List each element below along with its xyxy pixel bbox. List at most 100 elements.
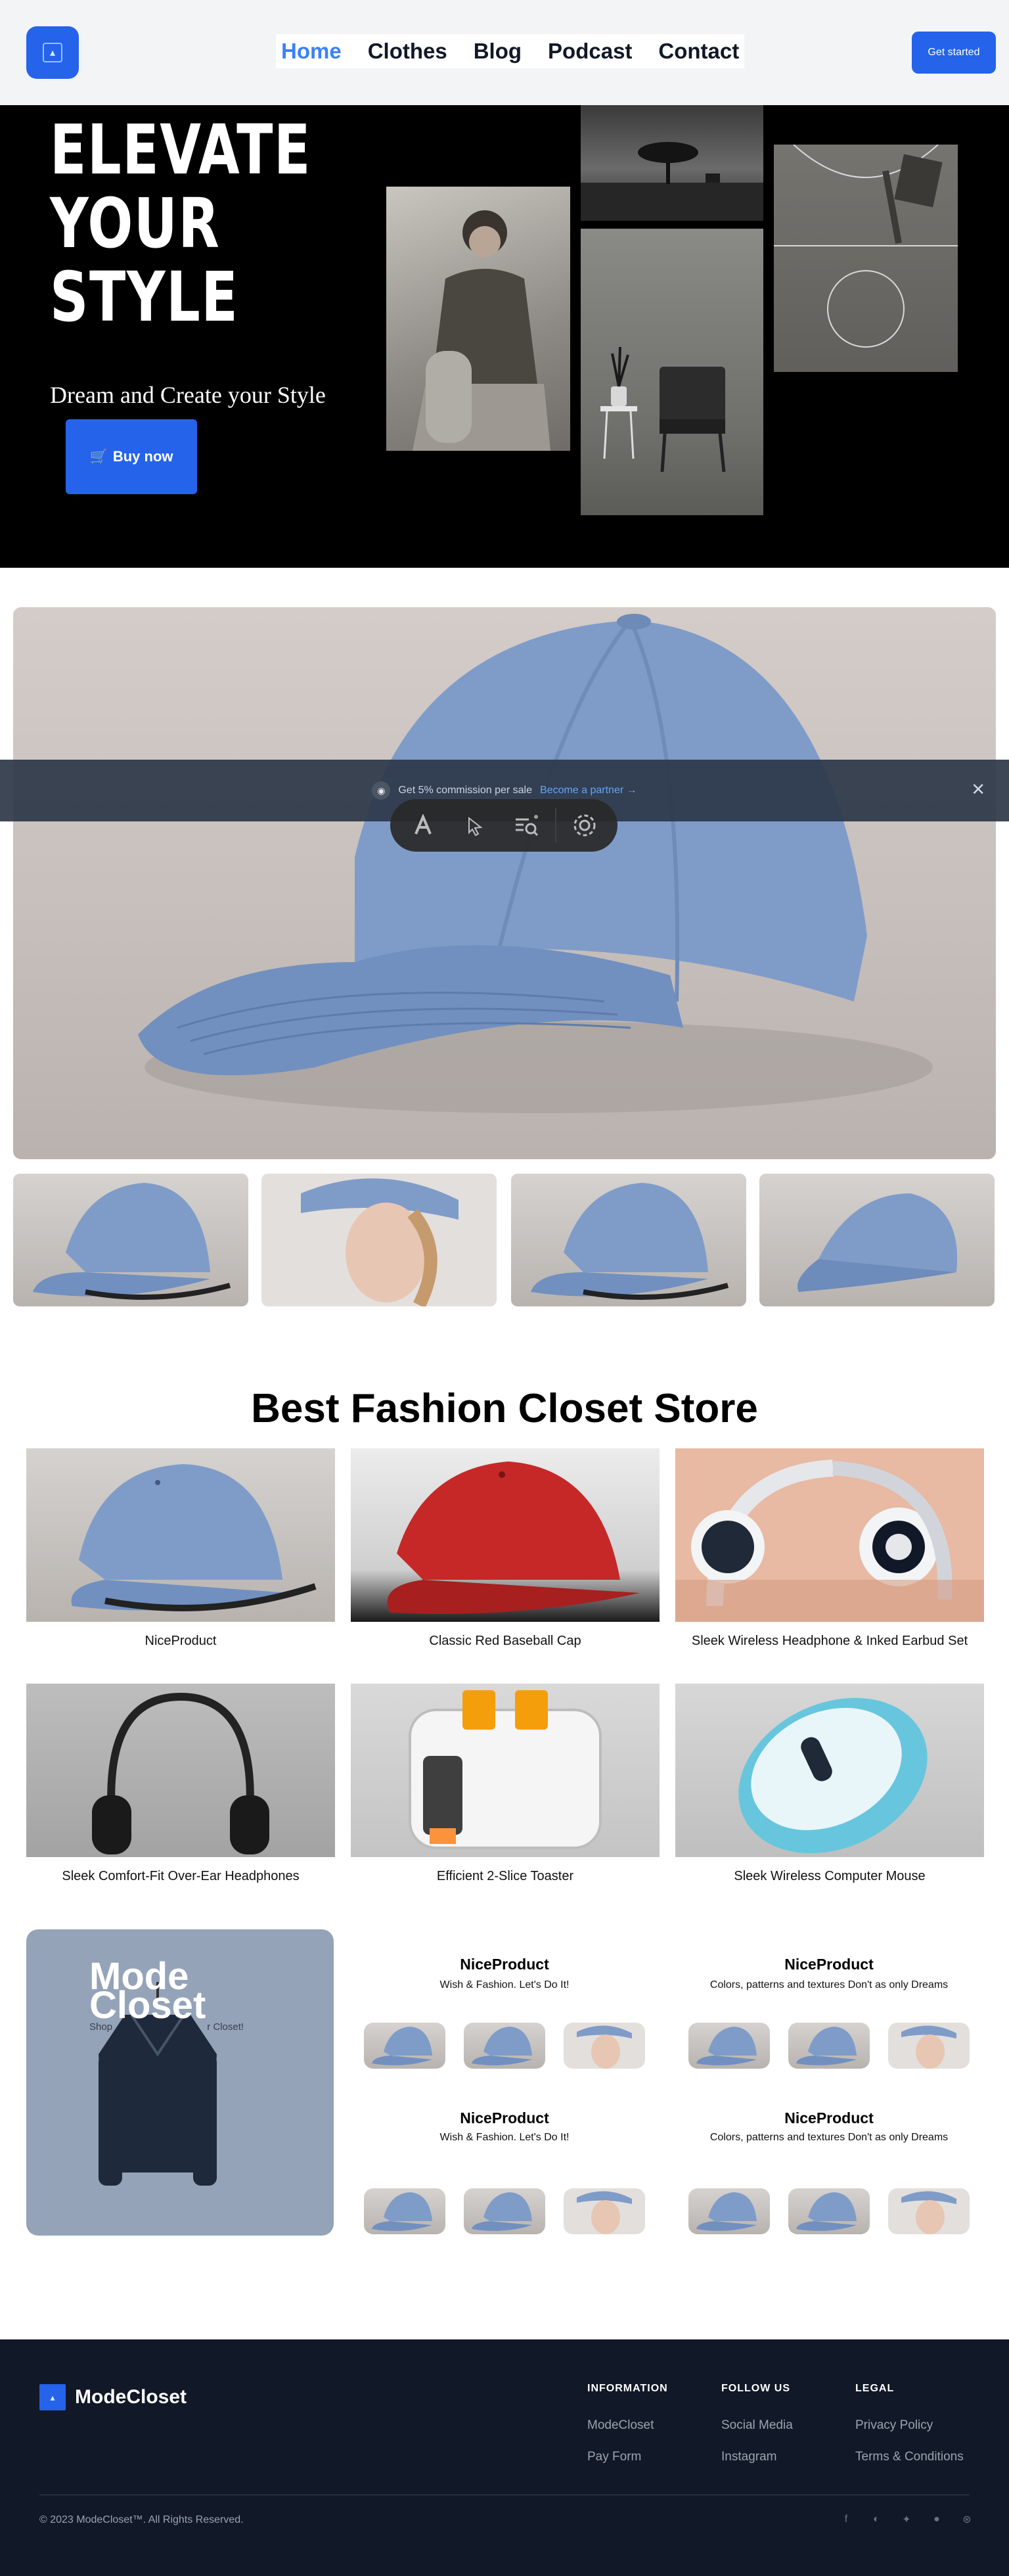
promo-card-text: Shop r Closet! (89, 2021, 244, 2033)
mini-product-desc: Wish & Fashion. Let's Do It! (439, 2132, 570, 2143)
hero-section: ELEVATE YOUR STYLE Dream and Create your… (0, 105, 1009, 568)
footer-link[interactable]: Privacy Policy (855, 2418, 964, 2433)
hero-title-line: ELEVATE (50, 110, 311, 190)
footer: ▴ ModeCloset INFORMATION ModeCloset Pay … (0, 2339, 1009, 2576)
product-image[interactable] (26, 1448, 335, 1622)
nav-link-clothes[interactable]: Clothes (368, 39, 447, 64)
hero-title-line: YOUR (50, 183, 221, 264)
footer-heading: LEGAL (855, 2383, 895, 2394)
promo-card-title: Mode Closet (89, 1958, 206, 2027)
facebook-icon[interactable]: f (840, 2513, 853, 2526)
hero-subtitle: Dream and Create your Style (50, 382, 326, 408)
hero-photo-court (774, 145, 958, 372)
cart-icon: 🛒 (89, 448, 108, 465)
buy-now-button[interactable]: 🛒 Buy now (66, 419, 197, 494)
nav-link-podcast[interactable]: Podcast (548, 39, 632, 64)
footer-link[interactable]: ModeCloset (587, 2418, 668, 2433)
promo-text: Get 5% commission per sale (398, 785, 532, 796)
mini-product-desc: Colors, patterns and textures Don't as o… (709, 1979, 949, 1990)
search-list-icon[interactable] (503, 806, 550, 845)
gallery-thumb[interactable] (759, 1174, 995, 1306)
mini-thumb[interactable] (564, 2023, 645, 2069)
footer-column-follow: FOLLOW US Social Media Instagram (721, 2383, 793, 2481)
footer-heading: INFORMATION (587, 2383, 668, 2394)
promo-card-text-start: Shop (89, 2021, 113, 2033)
footer-link[interactable]: Social Media (721, 2418, 793, 2433)
brand-logo[interactable]: ▴ (26, 26, 79, 79)
mini-product-title: NiceProduct (460, 2109, 549, 2127)
mini-thumb[interactable] (688, 2188, 770, 2234)
hero-title-line: STYLE (50, 257, 239, 337)
logo-tool-icon[interactable] (399, 806, 446, 845)
footer-link[interactable]: Terms & Conditions (855, 2450, 964, 2464)
product-image[interactable] (675, 1684, 984, 1857)
info-icon: ◉ (372, 781, 391, 800)
hero-photo-tree (581, 105, 763, 221)
discord-icon[interactable]: ◐ (870, 2513, 883, 2526)
hero-photo-chair (581, 229, 763, 515)
mini-thumb[interactable] (688, 2023, 770, 2069)
hero-photo-woman (386, 187, 570, 451)
promo-card-title-line: Closet (89, 1984, 206, 2027)
get-started-button[interactable]: Get started (912, 32, 996, 74)
mini-thumb[interactable] (888, 2188, 970, 2234)
gallery-thumb[interactable] (13, 1174, 248, 1306)
footer-logo[interactable]: ▴ ModeCloset (39, 2384, 187, 2410)
footer-heading: FOLLOW US (721, 2383, 790, 2394)
nav-link-contact[interactable]: Contact (658, 39, 739, 64)
product-name[interactable]: Sleek Wireless Computer Mouse (675, 1869, 984, 1884)
mode-closet-promo-card[interactable]: Mode Closet Shop r Closet! (26, 1929, 334, 2236)
mini-product-title: NiceProduct (784, 2109, 874, 2127)
github-icon[interactable]: ● (930, 2513, 943, 2526)
mini-thumb[interactable] (788, 2023, 870, 2069)
mini-thumb[interactable] (464, 2023, 545, 2069)
mini-thumb[interactable] (364, 2188, 445, 2234)
mini-product-title: NiceProduct (784, 1956, 874, 1973)
nav-link-home[interactable]: Home (281, 39, 342, 64)
product-image[interactable] (26, 1684, 335, 1857)
arrow-right-icon: → (626, 785, 637, 796)
cursor-tool-icon[interactable] (451, 806, 498, 845)
dribbble-icon[interactable]: ⊛ (960, 2513, 974, 2526)
floating-toolbar (390, 799, 617, 852)
product-name[interactable]: Sleek Comfort-Fit Over-Ear Headphones (26, 1869, 335, 1884)
twitter-icon[interactable]: ✦ (900, 2513, 913, 2526)
become-partner-link[interactable]: Become a partner → (540, 785, 637, 796)
product-name[interactable]: NiceProduct (26, 1634, 335, 1649)
hero-title: ELEVATE YOUR STYLE (50, 113, 311, 334)
product-name[interactable]: Efficient 2-Slice Toaster (351, 1869, 660, 1884)
mini-product-desc: Colors, patterns and textures Don't as o… (709, 2132, 949, 2143)
product-name[interactable]: Classic Red Baseball Cap (351, 1634, 660, 1649)
gear-icon[interactable] (562, 806, 608, 845)
close-icon[interactable]: ✕ (971, 779, 985, 800)
product-image[interactable] (351, 1448, 660, 1622)
toolbar-divider (555, 808, 556, 843)
mini-thumb[interactable] (364, 2023, 445, 2069)
product-image[interactable] (675, 1448, 984, 1622)
brand-logo-icon: ▴ (43, 43, 62, 62)
store-title: Best Fashion Closet Store (251, 1386, 758, 1431)
become-partner-label: Become a partner (540, 785, 624, 796)
nav-link-blog[interactable]: Blog (474, 39, 522, 64)
nav-links: Home Clothes Blog Podcast Contact (276, 34, 745, 68)
main-product-image[interactable] (13, 607, 996, 1159)
mini-product-desc: Wish & Fashion. Let's Do It! (439, 1979, 570, 1990)
social-links: f ◐ ✦ ● ⊛ (840, 2513, 974, 2526)
footer-column-information: INFORMATION ModeCloset Pay Form (587, 2383, 668, 2481)
top-nav: ▴ Home Clothes Blog Podcast Contact Get … (0, 0, 1009, 105)
footer-column-legal: LEGAL Privacy Policy Terms & Conditions (855, 2383, 964, 2481)
product-image[interactable] (351, 1684, 660, 1857)
mini-thumb[interactable] (564, 2188, 645, 2234)
mini-thumb[interactable] (464, 2188, 545, 2234)
gallery-thumb[interactable] (261, 1174, 497, 1306)
footer-link[interactable]: Pay Form (587, 2450, 668, 2464)
footer-link[interactable]: Instagram (721, 2450, 793, 2464)
promo-card-text-end: r Closet! (207, 2021, 244, 2033)
gallery-thumb[interactable] (511, 1174, 746, 1306)
brand-logo-icon: ▴ (39, 2384, 66, 2410)
mini-thumb[interactable] (788, 2188, 870, 2234)
mini-product-title: NiceProduct (460, 1956, 549, 1973)
mini-thumb[interactable] (888, 2023, 970, 2069)
buy-now-label: Buy now (112, 448, 173, 465)
product-name[interactable]: Sleek Wireless Headphone & Inked Earbud … (675, 1634, 984, 1649)
